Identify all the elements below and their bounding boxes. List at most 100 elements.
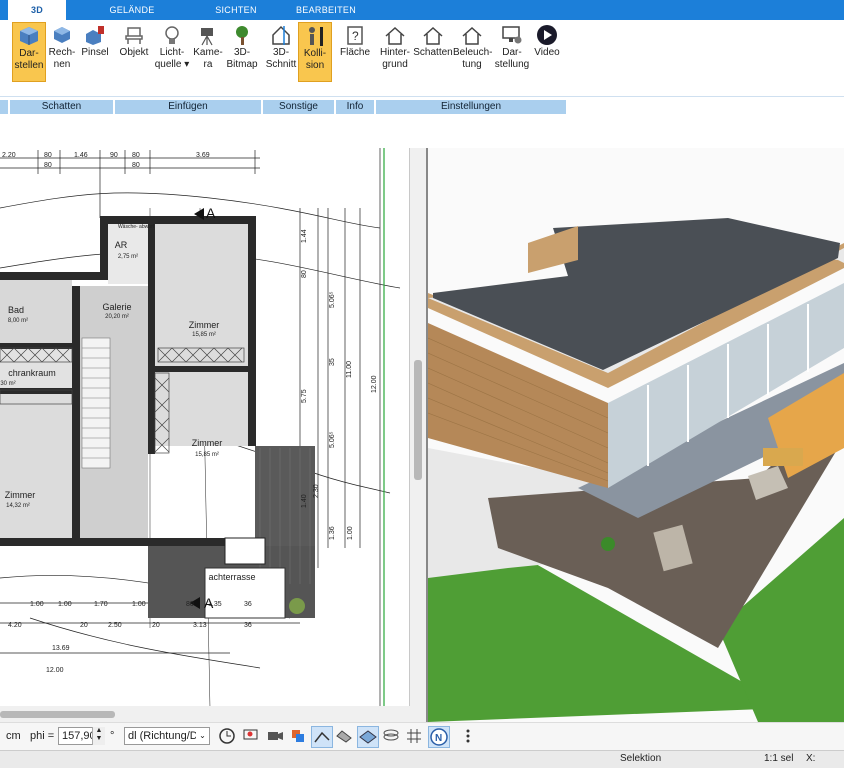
bitmap-button[interactable]: 3D- Bitmap <box>225 22 259 82</box>
schnitt-button[interactable]: 3D- Schnitt <box>264 22 298 82</box>
room-name-dachterrasse: achterrasse <box>208 572 255 582</box>
video-button[interactable]: Video <box>532 22 562 82</box>
schatten-settings-button[interactable]: Schatten <box>413 22 453 82</box>
ribbon: Dar- stellen Rech- nen Pinsel Objekt Lic… <box>0 20 844 114</box>
input-toolbar: cm phi = 157,90 ▲ ▼ ° dl (Richtung/Di ⌄ N <box>0 722 844 751</box>
video-label: Video <box>534 47 560 58</box>
darstellung-label: Dar- stellung <box>494 47 530 70</box>
flaeche-button[interactable]: ? Fläche <box>338 22 372 82</box>
grid-icon[interactable] <box>404 726 426 748</box>
beleuchtung-label: Beleuch- tung <box>453 47 493 70</box>
dim-bottom-1: 1.00 <box>30 601 44 608</box>
fill-pattern-icon[interactable] <box>334 726 356 748</box>
camera-view-icon[interactable] <box>265 726 287 748</box>
dim-top-8: 80 <box>132 162 140 169</box>
room-name-zimmer-3: Zimmer <box>5 490 36 500</box>
status-selection: 1:1 sel <box>764 753 794 764</box>
rechnen-button[interactable]: Rech- nen <box>47 22 77 82</box>
objekt-label: Objekt <box>119 47 149 58</box>
dim-bottom-5: 80 <box>186 601 194 608</box>
3d-rendering <box>428 148 844 722</box>
tree-icon <box>236 26 248 45</box>
room-area-zimmer-3: 14,32 m² <box>6 503 30 509</box>
monitor-sun-icon[interactable] <box>241 726 263 748</box>
darstellung-button[interactable]: Dar- stellung <box>494 22 530 82</box>
waesche-label: Wäsche- abwurf <box>118 224 155 230</box>
beleuchtung-button[interactable]: Beleuch- tung <box>453 22 493 82</box>
dim-bottom-10: 2.50 <box>108 622 122 629</box>
ribbon-group-sonstige: Sonstige <box>263 100 334 114</box>
dim-top-3: 1.46 <box>74 152 88 159</box>
room-area-galerie: 20,20 m² <box>105 314 129 320</box>
phi-label: phi = <box>30 730 55 742</box>
svg-text:?: ? <box>352 29 359 43</box>
schatten-settings-label: Schatten <box>413 47 453 58</box>
pinsel-button[interactable]: Pinsel <box>79 22 111 82</box>
house-light-icon <box>462 26 482 45</box>
tab-gelaende[interactable]: GELÄNDE <box>98 0 166 20</box>
plane-icon[interactable] <box>357 726 379 748</box>
layers-stack-icon[interactable] <box>381 726 403 748</box>
dim-bottom-3: 1.70 <box>94 601 108 608</box>
darstellen-button[interactable]: Dar- stellen <box>12 22 46 82</box>
kollision-label: Kolli- sion <box>303 48 327 71</box>
brush-cube-icon <box>86 26 104 45</box>
room-name-zimmer-2: Zimmer <box>192 438 223 448</box>
phi-spinner[interactable]: ▲ ▼ <box>92 727 105 745</box>
draw-line-icon[interactable] <box>311 726 333 748</box>
dim-top-1: 2.20 <box>2 152 16 159</box>
area-info-icon: ? <box>347 26 363 45</box>
tab-3d[interactable]: 3D <box>8 0 66 20</box>
lightbulb-icon <box>165 26 179 44</box>
ribbon-group-schatten: Schatten <box>10 100 113 114</box>
kollision-button[interactable]: Kolli- sion <box>298 22 332 82</box>
objekt-button[interactable]: Objekt <box>116 22 152 82</box>
dim-bottom-14: 13.69 <box>52 645 70 652</box>
dim-right-11: 1.36 <box>329 526 336 540</box>
north-icon[interactable]: N <box>428 726 450 748</box>
dim-top-6: 3.69 <box>196 152 210 159</box>
tab-sichten[interactable]: SICHTEN <box>200 0 272 20</box>
monitor-gear-icon <box>502 26 522 44</box>
chair-icon <box>125 27 143 44</box>
3d-view[interactable] <box>428 148 844 722</box>
lichtquelle-button[interactable]: Licht- quelle ▾ <box>154 22 190 82</box>
play-icon <box>537 25 557 45</box>
plan-horizontal-scroll-thumb[interactable] <box>0 711 115 718</box>
hintergrund-label: Hinter- grund <box>379 47 410 70</box>
dim-bottom-11: 20 <box>152 622 160 629</box>
hintergrund-button[interactable]: Hinter- grund <box>376 22 414 82</box>
status-x-coordinate: X: <box>806 753 816 764</box>
flaeche-label: Fläche <box>339 47 370 58</box>
dim-right-1: 1.44 <box>301 229 308 243</box>
layers-color-icon[interactable] <box>288 726 310 748</box>
unit-label: cm <box>6 730 21 742</box>
plan-vertical-scroll-thumb[interactable] <box>414 360 422 480</box>
dim-right-7: 35 <box>329 358 336 366</box>
room-area-schrankraum: 30 m² <box>0 381 15 387</box>
mode-select-value: dl (Richtung/Di <box>128 730 201 742</box>
rechnen-label: Rech- nen <box>48 47 76 70</box>
tab-bearbeiten[interactable]: BEARBEITEN <box>290 0 362 20</box>
room-name-zimmer-1: Zimmer <box>189 320 220 330</box>
dim-right-6: 5.75 <box>301 389 308 403</box>
chevron-down-icon[interactable]: ⌄ <box>196 728 209 744</box>
dim-bottom-12: 3.13 <box>193 622 207 629</box>
room-name-ar: AR <box>115 240 128 250</box>
more-options-icon[interactable] <box>458 726 480 748</box>
cube-icon <box>20 27 38 45</box>
room-name-bad: Bad <box>8 305 24 315</box>
dim-right-12: 1.00 <box>347 526 354 540</box>
lichtquelle-label: Licht- quelle ▾ <box>154 47 190 70</box>
svg-text:N: N <box>435 733 442 744</box>
room-area-zimmer-1: 15,85 m² <box>192 332 216 338</box>
dim-right-9: 1.40 <box>301 494 308 508</box>
dim-bottom-8: 4.20 <box>8 622 22 629</box>
kamera-button[interactable]: Kame- ra <box>192 22 224 82</box>
floor-plan-view[interactable]: A A AR 2,75 m² Bad 8,00 m² Galerie 20,20… <box>0 148 426 722</box>
schnitt-label: 3D- Schnitt <box>265 47 297 70</box>
dim-top-4: 90 <box>110 152 118 159</box>
clock-icon[interactable] <box>217 726 239 748</box>
ribbon-tab-bar: 3D GELÄNDE SICHTEN BEARBEITEN <box>0 0 844 20</box>
floor-plan-drawing: A A AR 2,75 m² Bad 8,00 m² Galerie 20,20… <box>0 148 411 709</box>
